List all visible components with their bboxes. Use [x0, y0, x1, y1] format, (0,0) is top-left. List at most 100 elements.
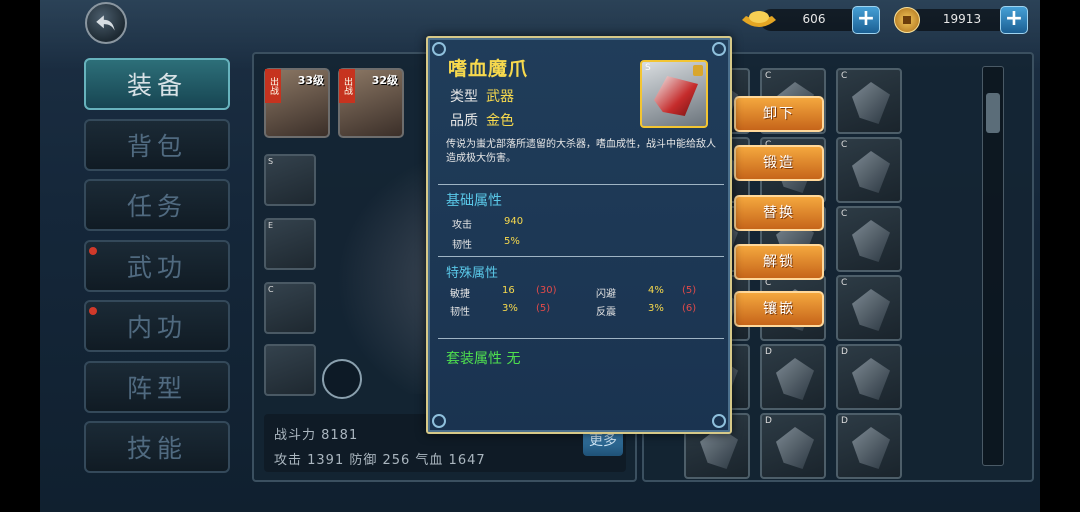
lock-icon	[693, 65, 703, 76]
claw-weapon-icon	[654, 76, 698, 116]
grade-label: D	[841, 416, 848, 426]
divider	[438, 338, 724, 339]
grade-label: C	[268, 285, 274, 294]
item-icon: S	[640, 60, 708, 128]
unequip-button[interactable]: 卸下	[734, 96, 824, 132]
corner-ornament	[432, 414, 446, 428]
ingot-amount: 606	[802, 12, 826, 26]
attr-value: 3%	[648, 303, 664, 314]
equip-slot-helmet[interactable]: C	[264, 282, 316, 334]
coin-currency: 19913 +	[888, 6, 1030, 34]
notification-dot	[89, 307, 97, 315]
menu-quest[interactable]: 任务	[84, 179, 230, 231]
menu-label: 装备	[126, 71, 187, 100]
grade-label: D	[765, 416, 772, 426]
grade-label: S	[268, 157, 274, 166]
grade-label: C	[841, 278, 848, 288]
hero-level: 33级	[297, 74, 324, 87]
rotate-view-button[interactable]	[322, 359, 362, 399]
scrollbar-thumb[interactable]	[986, 93, 1000, 133]
deploy-tag: 出战	[339, 69, 355, 103]
attr-name: 韧性	[450, 307, 470, 318]
coin-amount: 19913	[942, 12, 982, 26]
equip-slot-empty[interactable]	[264, 344, 316, 396]
menu-equipment[interactable]: 装备	[84, 58, 230, 110]
base-attr-row: 韧性 5%	[452, 236, 520, 251]
hero-portrait[interactable]: 出战 32级	[338, 68, 404, 138]
grade-label: D	[841, 347, 848, 357]
grade-label: C	[765, 71, 772, 81]
corner-ornament	[712, 414, 726, 428]
menu-label: 内功	[126, 313, 187, 342]
attr-name: 敏捷	[450, 289, 470, 300]
base-attributes-title: 基础属性	[446, 193, 502, 209]
grade-label: D	[765, 347, 772, 357]
divider	[438, 184, 724, 185]
deploy-tag: 出战	[265, 69, 281, 103]
replace-button[interactable]: 替换	[734, 195, 824, 231]
attr-name: 反震	[596, 307, 616, 318]
menu-martial-arts[interactable]: 武功	[84, 239, 230, 292]
add-coin-button[interactable]: +	[1000, 6, 1028, 34]
attr-value: 3%	[502, 303, 518, 314]
inlay-button[interactable]: 镶嵌	[734, 291, 824, 327]
item-name: 嗜血魔爪	[448, 58, 529, 80]
menu-formation[interactable]: 阵型	[84, 360, 230, 413]
item-description: 传说为蚩尤部落所遗留的大杀器，嗜血成性，战斗中能给敌人造成极大伤害。	[446, 139, 716, 164]
attr-value: 16	[502, 285, 515, 296]
base-attr-row: 攻击 940	[452, 216, 523, 231]
equip-slot-weapon[interactable]: S	[264, 154, 316, 206]
inventory-scrollbar[interactable]	[982, 66, 1004, 466]
inventory-slot[interactable]: D	[836, 344, 902, 410]
grade-label: C	[841, 209, 848, 219]
forge-button[interactable]: 锻造	[734, 145, 824, 181]
side-menu: 装备 背包 任务 武功 内功 阵型 技能	[84, 58, 236, 482]
inventory-slot[interactable]: C	[836, 137, 902, 203]
type-value: 武器	[486, 89, 514, 105]
set-attributes: 套装属性 无	[446, 351, 521, 367]
menu-label: 背包	[126, 131, 187, 161]
inventory-slot[interactable]: D	[760, 413, 826, 479]
add-ingot-button[interactable]: +	[852, 6, 880, 34]
attr-value: 4%	[648, 285, 664, 296]
special-attributes-title: 特殊属性	[446, 266, 499, 281]
back-button[interactable]	[85, 2, 127, 44]
inventory-slot[interactable]: C	[836, 68, 902, 134]
menu-skills[interactable]: 技能	[84, 421, 230, 473]
attr-bonus: (5)	[536, 303, 551, 314]
attr-name: 攻击	[452, 220, 472, 231]
attack-defense-hp: 攻击 1391 防御 256 气血 1647	[274, 453, 486, 468]
attr-name: 闪避	[596, 289, 616, 300]
ingot-currency: 606 +	[740, 6, 882, 34]
inventory-slot[interactable]: C	[836, 275, 902, 341]
unlock-button[interactable]: 解锁	[734, 244, 824, 280]
menu-backpack[interactable]: 背包	[84, 118, 230, 171]
game-screen: 606 + 19913 + 装备 背包 任务 武功 内功 阵型 技能 出战 33…	[40, 0, 1040, 512]
equipment-item-icon	[852, 289, 890, 331]
special-attr-row: 敏捷 16 (30) 闪避 4% (5)	[450, 285, 720, 300]
attr-value: 940	[504, 216, 524, 227]
inventory-slot[interactable]: C	[836, 206, 902, 272]
attr-value: 5%	[504, 236, 520, 247]
back-arrow-icon	[96, 15, 115, 31]
coin-icon	[894, 7, 920, 33]
attr-name: 韧性	[452, 240, 472, 251]
menu-label: 武功	[126, 252, 187, 282]
item-quality-row: 品质 金色	[450, 110, 514, 130]
quality-value: 金色	[486, 113, 514, 129]
item-type-row: 类型 武器	[450, 86, 514, 106]
hero-portrait[interactable]: 出战 33级	[264, 68, 330, 138]
special-attr-row: 韧性 3% (5) 反震 3% (6)	[450, 303, 720, 318]
equipment-item-icon	[852, 427, 890, 469]
grade-label: C	[841, 140, 848, 150]
equip-slot-armor[interactable]: E	[264, 218, 316, 270]
hero-level: 32级	[371, 74, 398, 87]
corner-ornament	[432, 42, 446, 56]
grade-label: S	[645, 63, 651, 73]
equipment-item-icon	[852, 151, 890, 193]
corner-ornament	[712, 42, 726, 56]
equipment-item-icon	[776, 358, 814, 400]
inventory-slot[interactable]: D	[760, 344, 826, 410]
inventory-slot[interactable]: D	[836, 413, 902, 479]
menu-inner-skill[interactable]: 内功	[84, 300, 230, 352]
